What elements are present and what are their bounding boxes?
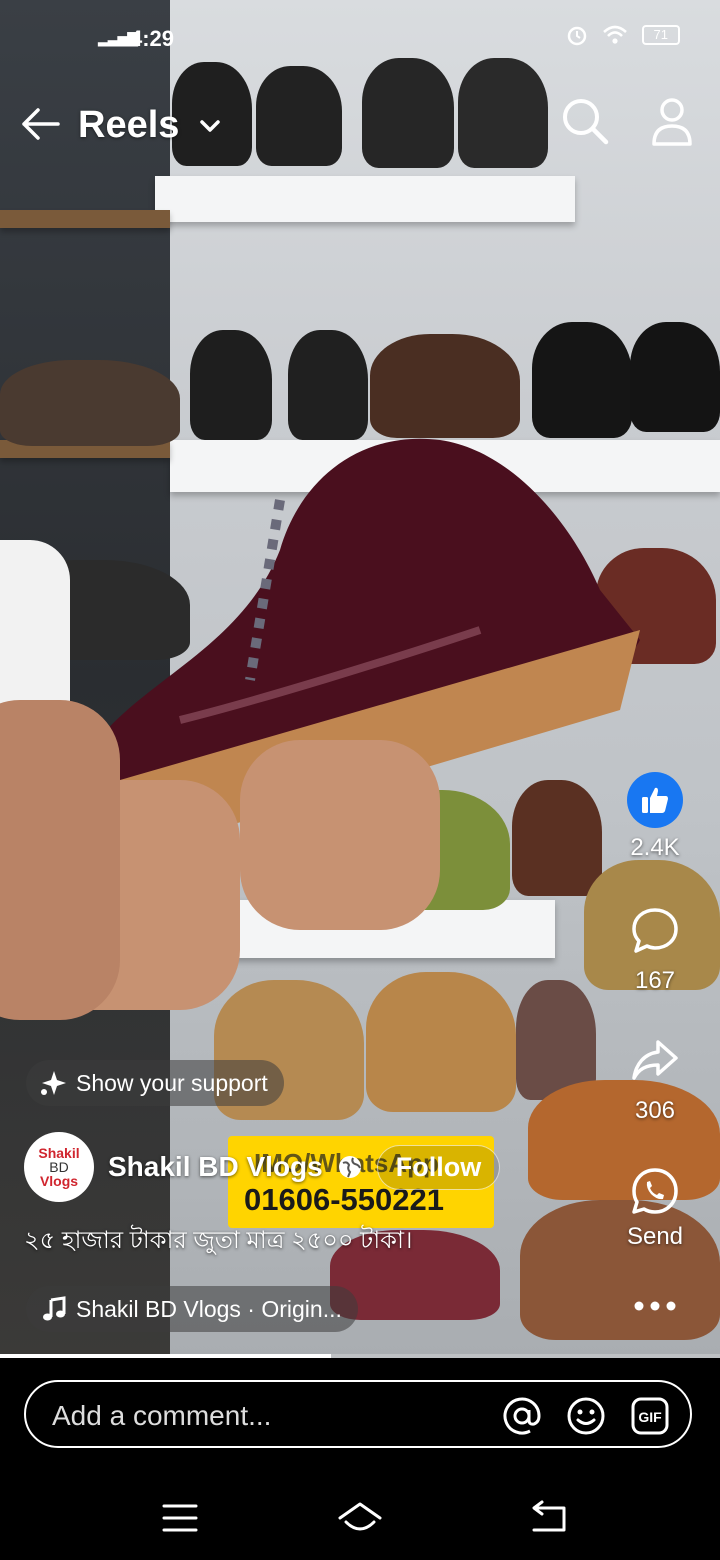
globe-icon	[338, 1156, 361, 1178]
back-arrow-icon[interactable]	[18, 102, 62, 146]
music-note-icon	[43, 1296, 66, 1321]
comment-placeholder: Add a comment...	[52, 1400, 272, 1431]
svg-text:GIF: GIF	[638, 1409, 662, 1425]
share-count: 306	[634, 1097, 676, 1124]
top-bar: Reels	[0, 90, 720, 170]
like-action[interactable]: 2.4K	[590, 772, 720, 862]
video-arm	[0, 700, 120, 1020]
system-nav-bar	[0, 1480, 720, 1560]
whatsapp-icon[interactable]	[630, 1166, 680, 1216]
reel-caption[interactable]: ২৫ হাজার টাকার জুতা মাত্র ২৫০০ টাকা।	[24, 1222, 413, 1262]
video-shelf	[155, 176, 575, 222]
comment-count: 167	[634, 967, 676, 994]
search-icon[interactable]	[560, 96, 610, 146]
video-shelf	[0, 210, 170, 228]
profile-icon[interactable]	[650, 96, 694, 148]
comment-input[interactable]: Add a comment... GIF	[24, 1380, 692, 1448]
share-arrow-icon[interactable]	[630, 1036, 680, 1086]
thumbs-up-icon	[642, 787, 668, 813]
share-action[interactable]: 306	[590, 1036, 720, 1125]
alarm-icon	[567, 26, 586, 46]
audio-track-button[interactable]: Shakil BD Vlogs · Origin...	[26, 1286, 358, 1332]
more-dots-icon[interactable]	[633, 1296, 677, 1316]
send-label: Send	[626, 1223, 684, 1250]
avatar-text-line2: BD	[49, 1159, 69, 1175]
comment-bubble-icon[interactable]	[630, 906, 680, 956]
follow-button[interactable]: Follow	[376, 1144, 501, 1190]
gif-icon[interactable]: GIF	[630, 1396, 670, 1436]
more-options-button[interactable]	[590, 1296, 720, 1321]
author-name[interactable]: Shakil BD Vlogs	[108, 1151, 323, 1183]
chevron-down-icon[interactable]	[198, 114, 222, 138]
wifi-icon	[602, 25, 627, 44]
comment-action[interactable]: 167	[590, 906, 720, 995]
back-nav-icon[interactable]	[524, 1498, 572, 1538]
show-support-label: Show your support	[76, 1069, 268, 1096]
menu-icon[interactable]	[156, 1498, 204, 1538]
video-shoe	[366, 972, 516, 1112]
video-hand	[240, 740, 440, 930]
avatar-text-line3: Vlogs	[39, 1173, 79, 1189]
mention-icon[interactable]	[502, 1396, 542, 1436]
emoji-icon[interactable]	[566, 1396, 606, 1436]
show-support-button[interactable]: Show your support	[26, 1060, 284, 1106]
video-progress-bar[interactable]	[0, 1354, 720, 1358]
audio-track-label: Shakil BD Vlogs · Origin...	[76, 1295, 342, 1322]
status-bar: ▂▃▅▇ 4:29 71	[0, 0, 720, 76]
like-count: 2.4K	[630, 834, 680, 861]
video-shoe	[630, 322, 720, 432]
avatar-text-line1: Shakil	[38, 1145, 80, 1161]
author-row: Shakil BD Vlogs Shakil BD Vlogs Follow	[24, 1132, 501, 1202]
home-icon[interactable]	[336, 1498, 384, 1538]
status-time: 4:29	[130, 26, 175, 51]
send-action[interactable]: Send	[590, 1166, 720, 1251]
avatar[interactable]: Shakil BD Vlogs	[24, 1132, 94, 1202]
sparkle-star-icon	[41, 1071, 66, 1095]
video-progress-fill	[0, 1354, 332, 1358]
page-title[interactable]: Reels	[78, 104, 179, 147]
status-icons: 71	[566, 24, 680, 46]
battery-indicator: 71	[641, 25, 680, 45]
like-button[interactable]	[627, 772, 683, 828]
